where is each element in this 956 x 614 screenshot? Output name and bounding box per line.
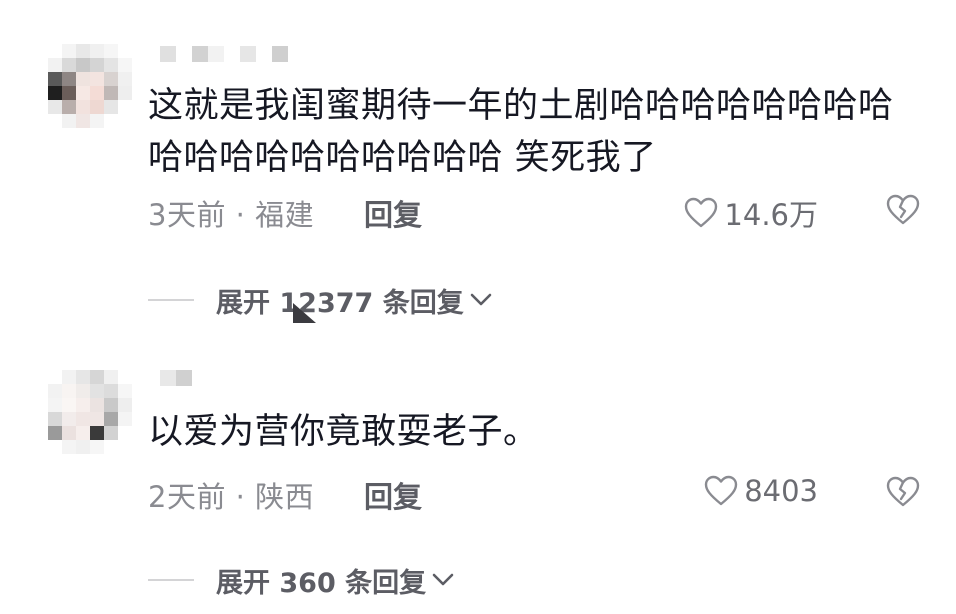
reply-button[interactable]: 回复 [364, 474, 422, 516]
expand-replies-button[interactable]: 展开 360 条回复 [148, 560, 454, 600]
expand-replies-label: 展开 12377 条回复 [216, 287, 464, 319]
heart-outline-icon [685, 197, 718, 228]
mouse-pointer-icon [293, 303, 316, 323]
username-mosaic[interactable] [160, 370, 192, 392]
dislike-button[interactable] [886, 476, 920, 515]
avatar[interactable] [48, 44, 132, 128]
divider-line [148, 579, 194, 581]
comment-meta: 3天前 · 福建 回复 14.6万 [148, 192, 928, 232]
comment-meta: 2天前 · 陕西 回复 8403 [148, 474, 928, 514]
reply-button[interactable]: 回复 [364, 192, 422, 234]
comment-text: 这就是我闺蜜期待一年的土剧哈哈哈哈哈哈哈哈哈哈哈哈哈哈哈哈哈哈 笑死我了 [148, 86, 894, 178]
chevron-down-icon [432, 573, 454, 586]
like-button[interactable]: 8403 [704, 474, 818, 508]
comment-text: 以爱为营你竟敢耍老子。 [148, 412, 539, 452]
dislike-button[interactable] [886, 194, 920, 233]
expand-replies-button[interactable]: 展开 12377 条回复 [148, 280, 492, 320]
comment-time-location: 2天前 · 陕西 [148, 480, 315, 514]
like-count: 14.6万 [724, 198, 818, 232]
chevron-down-icon [470, 293, 492, 306]
comment-time-location: 3天前 · 福建 [148, 198, 315, 232]
heart-outline-icon [704, 475, 738, 506]
like-count: 8403 [744, 474, 818, 508]
username-mosaic[interactable] [160, 46, 288, 68]
divider-line [148, 299, 194, 301]
expand-replies-label: 展开 360 条回复 [216, 567, 427, 599]
broken-heart-icon [886, 194, 920, 225]
avatar[interactable] [48, 370, 132, 454]
broken-heart-icon [886, 476, 920, 507]
like-button[interactable]: 14.6万 [684, 192, 818, 234]
